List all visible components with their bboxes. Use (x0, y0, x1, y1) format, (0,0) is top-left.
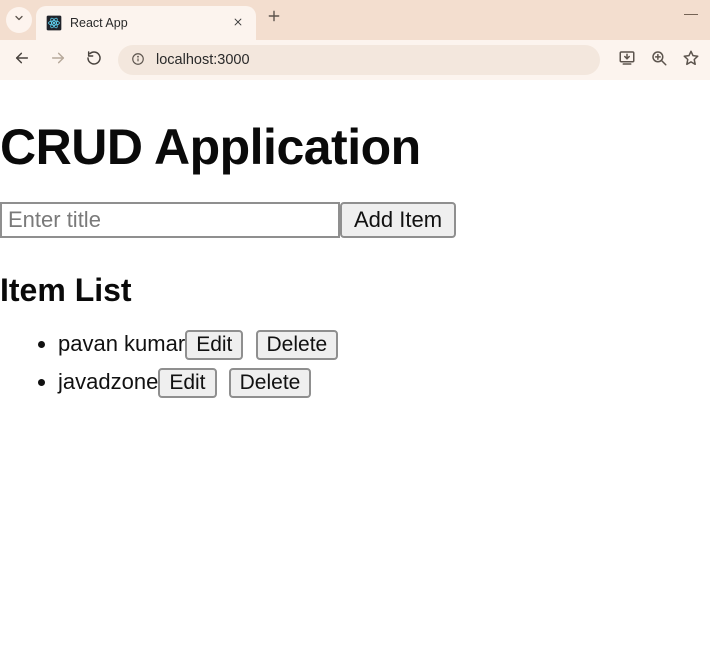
install-icon (618, 49, 636, 72)
nav-back-button[interactable] (10, 48, 34, 72)
react-favicon-icon (46, 15, 62, 31)
toolbar-actions (612, 51, 700, 69)
tab-strip: React App — (0, 0, 710, 40)
magnifier-icon (650, 49, 668, 72)
chevron-down-icon (13, 11, 25, 29)
list-item: pavan kumarEdit Delete (58, 327, 710, 361)
browser-chrome: React App — (0, 0, 710, 80)
tab-title: React App (70, 16, 222, 30)
reload-icon (86, 50, 102, 71)
window-minimize-button[interactable]: — (684, 6, 698, 20)
item-title: javadzone (58, 369, 158, 394)
bookmark-button[interactable] (682, 51, 700, 69)
address-bar[interactable]: localhost:3000 (118, 45, 600, 75)
page-viewport: CRUD Application Add Item Item List pava… (0, 118, 710, 645)
zoom-button[interactable] (650, 51, 668, 69)
arrow-left-icon (14, 50, 30, 71)
url-text: localhost:3000 (156, 52, 588, 68)
item-list: pavan kumarEdit Delete javadzoneEdit Del… (0, 327, 710, 399)
new-tab-button[interactable] (260, 4, 288, 32)
edit-button[interactable]: Edit (185, 330, 243, 360)
arrow-right-icon (50, 50, 66, 71)
close-icon (233, 14, 243, 32)
delete-button[interactable]: Delete (256, 330, 339, 360)
title-input[interactable] (0, 202, 340, 238)
browser-tab-active[interactable]: React App (36, 6, 256, 40)
item-title: pavan kumar (58, 331, 185, 356)
add-item-button[interactable]: Add Item (340, 202, 456, 238)
item-list-heading: Item List (0, 272, 710, 309)
browser-toolbar: localhost:3000 (0, 40, 710, 80)
add-item-form: Add Item (0, 202, 710, 238)
info-icon (131, 52, 145, 69)
delete-button[interactable]: Delete (229, 368, 312, 398)
tab-close-button[interactable] (230, 15, 246, 31)
tab-search-button[interactable] (6, 7, 32, 33)
install-app-button[interactable] (618, 51, 636, 69)
plus-icon (267, 9, 281, 28)
site-info-button[interactable] (130, 52, 146, 68)
minimize-icon: — (684, 5, 698, 21)
nav-reload-button[interactable] (82, 48, 106, 72)
edit-button[interactable]: Edit (158, 368, 216, 398)
star-icon (682, 49, 700, 72)
window-controls: — (684, 0, 710, 20)
list-item: javadzoneEdit Delete (58, 365, 710, 399)
nav-forward-button[interactable] (46, 48, 70, 72)
app-heading: CRUD Application (0, 118, 710, 176)
